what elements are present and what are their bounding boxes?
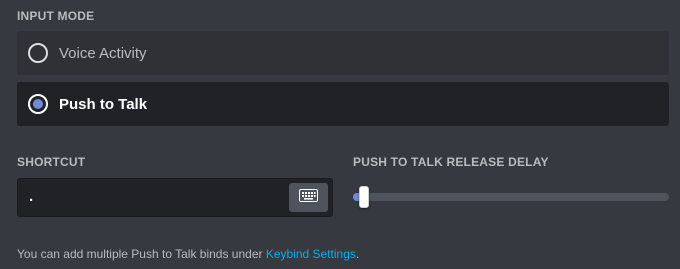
slider-thumb[interactable] (359, 186, 369, 208)
voice-settings-panel: INPUT MODE Voice Activity Push to Talk S… (0, 0, 680, 269)
slider-track[interactable] (353, 193, 669, 201)
release-delay-slider[interactable] (353, 186, 669, 208)
radio-button-unchecked[interactable] (28, 43, 48, 63)
shortcut-input[interactable]: . (17, 178, 333, 217)
record-keybind-button[interactable] (289, 183, 328, 212)
radio-button-checked[interactable] (28, 94, 48, 114)
input-mode-heading: INPUT MODE (17, 9, 95, 23)
radio-label-push-to-talk: Push to Talk (59, 95, 148, 113)
shortcut-heading: SHORTCUT (17, 155, 86, 169)
keybind-help-text: You can add multiple Push to Talk binds … (17, 247, 359, 261)
shortcut-value: . (29, 188, 34, 205)
radio-selected-dot (33, 99, 43, 109)
help-text-prefix: You can add multiple Push to Talk binds … (17, 247, 266, 261)
release-delay-heading: PUSH TO TALK RELEASE DELAY (353, 155, 549, 169)
keybind-settings-link[interactable]: Keybind Settings (266, 247, 356, 261)
radio-label-voice-activity: Voice Activity (59, 44, 147, 62)
keyboard-icon (299, 188, 318, 207)
input-mode-radio-group: Voice Activity Push to Talk (17, 31, 669, 126)
radio-option-voice-activity[interactable]: Voice Activity (17, 31, 669, 75)
radio-option-push-to-talk[interactable]: Push to Talk (17, 82, 669, 126)
help-text-suffix: . (355, 247, 360, 261)
